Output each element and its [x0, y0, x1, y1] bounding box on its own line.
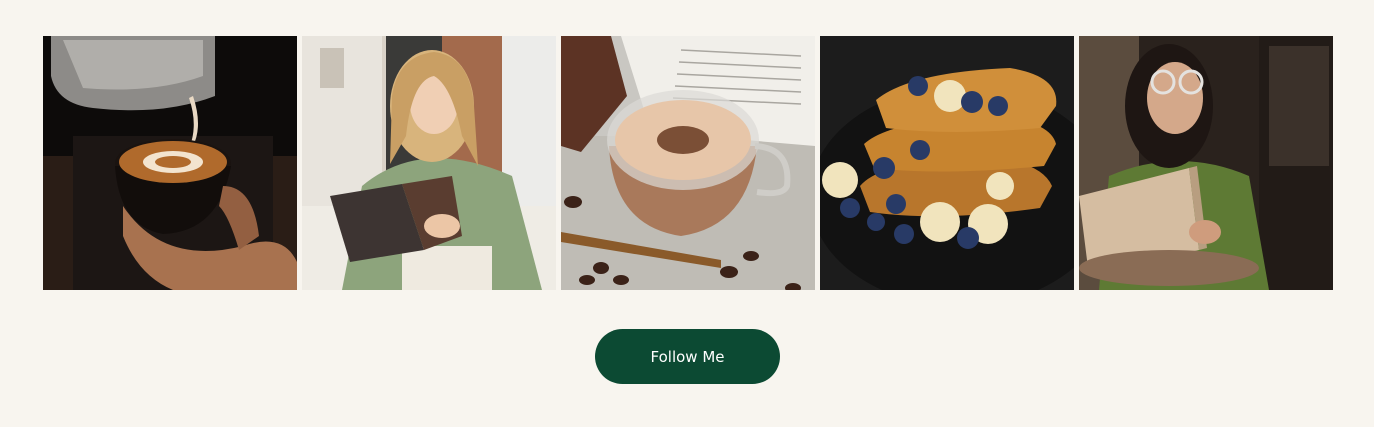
woman-reading-image [302, 36, 556, 290]
gallery-image-woman-with-glasses[interactable] [1079, 36, 1333, 290]
hot-chocolate-image [561, 36, 815, 290]
gallery-image-latte-art[interactable] [43, 36, 297, 290]
follow-me-button[interactable]: Follow Me [595, 329, 780, 384]
gallery-image-french-toast[interactable] [820, 36, 1074, 290]
latte-art-image [43, 36, 297, 290]
woman-with-glasses-image [1079, 36, 1333, 290]
gallery-image-woman-reading[interactable] [302, 36, 556, 290]
gallery-image-hot-chocolate[interactable] [561, 36, 815, 290]
french-toast-image [820, 36, 1074, 290]
instagram-gallery [43, 36, 1333, 290]
